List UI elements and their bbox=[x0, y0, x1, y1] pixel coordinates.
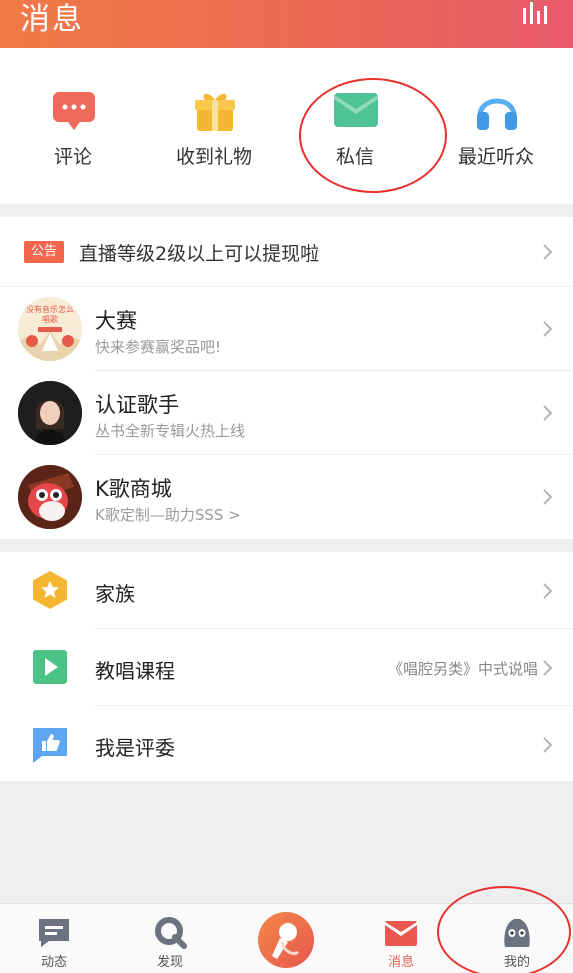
feed-subtitle: 快来参赛赢奖品吧! bbox=[95, 338, 222, 356]
chevron-right-icon bbox=[543, 737, 553, 753]
header: 消息 bbox=[0, 0, 573, 48]
menu-item-judge[interactable]: 我是评委 bbox=[0, 706, 573, 781]
feed-item-k-mall[interactable]: K歌商城 K歌定制—助力SSS > bbox=[0, 455, 573, 539]
tab-label: 动态 bbox=[40, 955, 67, 970]
feed-panel: 公告 直播等级2级以上可以提现啦 没有音乐怎么唱歌 大赛 快来参赛赢奖品吧! 认… bbox=[0, 217, 573, 539]
annotation-circle bbox=[299, 78, 447, 193]
annotation-circle bbox=[437, 886, 571, 973]
menu-item-family[interactable]: 家族 bbox=[0, 552, 573, 628]
chevron-right-icon bbox=[543, 489, 553, 505]
tab-discover[interactable]: 发现 bbox=[120, 904, 220, 973]
message-envelope-icon bbox=[384, 916, 418, 950]
gifts-label: 收到礼物 bbox=[175, 146, 252, 168]
chevron-right-icon bbox=[543, 583, 553, 599]
tab-feed[interactable]: 动态 bbox=[4, 904, 104, 973]
sing-button[interactable] bbox=[258, 912, 314, 968]
tab-label: 消息 bbox=[387, 955, 414, 970]
thumbs-up-icon bbox=[30, 724, 70, 764]
sing-microphone-icon bbox=[272, 923, 300, 959]
chevron-right-icon bbox=[543, 244, 553, 260]
chevron-right-icon bbox=[543, 321, 553, 337]
star-hexagon-icon bbox=[30, 570, 70, 610]
menu-label: 我是评委 bbox=[95, 736, 175, 760]
chevron-right-icon bbox=[543, 660, 553, 676]
feed-subtitle: 丛书全新专辑火热上线 bbox=[95, 422, 246, 440]
notice-badge: 公告 bbox=[24, 241, 64, 263]
feed-item-certified-singer[interactable]: 认证歌手 丛书全新专辑火热上线 bbox=[0, 371, 573, 455]
menu-panel: 家族 教唱课程 《唱腔另类》中式说唱 我是评委 bbox=[0, 552, 573, 781]
feed-title: 大赛 bbox=[95, 309, 137, 333]
gift-icon bbox=[192, 88, 238, 134]
headphones-icon bbox=[474, 88, 520, 134]
menu-label: 家族 bbox=[95, 582, 135, 606]
k-mall-avatar bbox=[18, 465, 82, 529]
singer-avatar bbox=[18, 381, 82, 445]
page-title: 消息 bbox=[20, 2, 84, 37]
contest-avatar-caption: 没有音乐怎么唱歌 bbox=[26, 305, 74, 324]
menu-label: 教唱课程 bbox=[95, 659, 175, 683]
feed-title: K歌商城 bbox=[95, 477, 172, 501]
chevron-right-icon bbox=[543, 405, 553, 421]
gifts-entry[interactable]: 收到礼物 bbox=[149, 88, 279, 178]
feed-item-contest[interactable]: 没有音乐怎么唱歌 大赛 快来参赛赢奖品吧! bbox=[0, 287, 573, 371]
recent-listeners-label: 最近听众 bbox=[457, 146, 534, 168]
feed-subtitle: K歌定制—助力SSS > bbox=[95, 506, 241, 524]
recent-listeners-entry[interactable]: 最近听众 bbox=[431, 88, 561, 178]
tab-label: 发现 bbox=[156, 955, 183, 970]
menu-item-singing-course[interactable]: 教唱课程 《唱腔另类》中式说唱 bbox=[0, 629, 573, 705]
discover-icon bbox=[153, 916, 187, 950]
notice-text: 直播等级2级以上可以提现啦 bbox=[79, 243, 320, 265]
contest-avatar: 没有音乐怎么唱歌 bbox=[18, 297, 82, 361]
comments-label: 评论 bbox=[53, 146, 92, 168]
feed-icon bbox=[37, 916, 71, 950]
course-subtitle: 《唱腔另类》中式说唱 bbox=[387, 660, 538, 678]
play-icon bbox=[30, 647, 70, 687]
notice-row[interactable]: 公告 直播等级2级以上可以提现啦 bbox=[0, 217, 573, 287]
quick-entries: 评论 收到礼物 私信 最近听众 bbox=[0, 48, 573, 204]
comment-bubble-icon bbox=[51, 88, 97, 134]
stats-bars-icon[interactable] bbox=[521, 2, 551, 24]
feed-title: 认证歌手 bbox=[95, 393, 179, 417]
tab-messages[interactable]: 消息 bbox=[351, 904, 451, 973]
comments-entry[interactable]: 评论 bbox=[8, 88, 138, 178]
